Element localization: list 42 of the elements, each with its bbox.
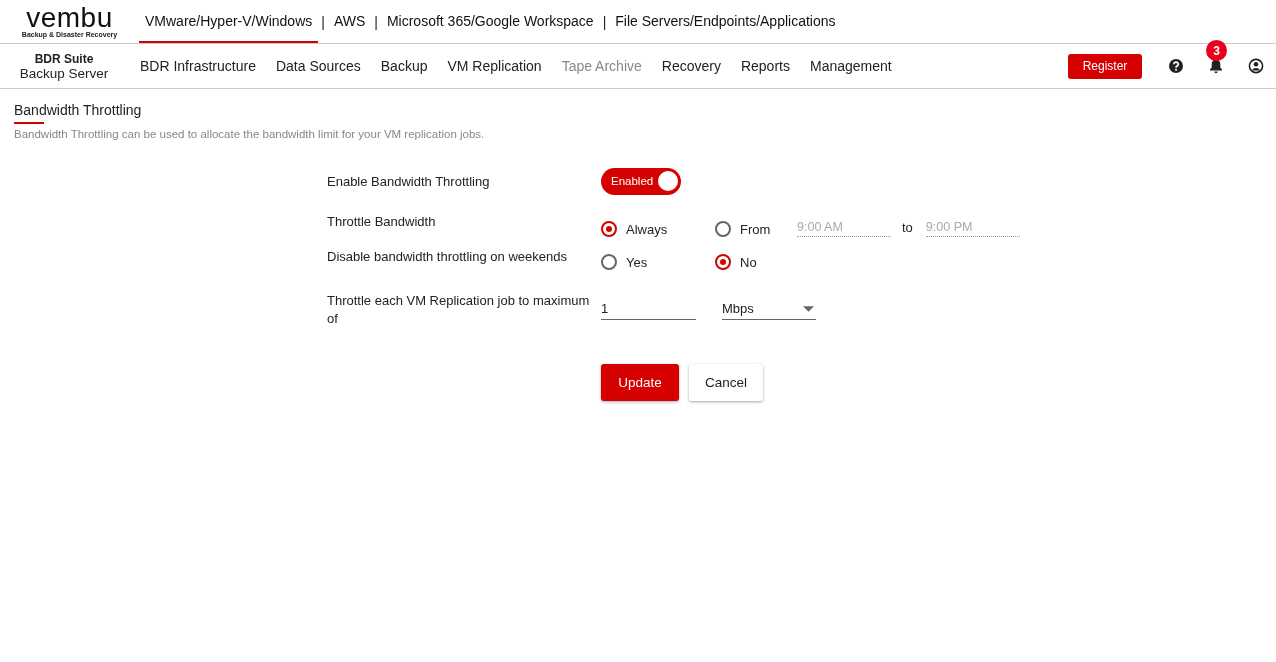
enable-toggle[interactable]: Enabled bbox=[601, 167, 681, 195]
register-button[interactable]: Register bbox=[1068, 53, 1142, 79]
nav-item[interactable]: Recovery bbox=[653, 58, 729, 74]
radio-button[interactable] bbox=[715, 221, 731, 237]
radio-option[interactable]: From bbox=[715, 221, 797, 237]
tab-separator: | bbox=[320, 12, 326, 32]
limit-input[interactable]: 1 bbox=[601, 298, 696, 320]
page-description: Bandwidth Throttling can be used to allocate the bandwidth limit for your VM replication jobs. bbox=[14, 128, 486, 140]
suite-name: BDR Suite bbox=[34, 51, 94, 66]
nav-item[interactable]: VM Replication bbox=[439, 58, 550, 74]
radio-button[interactable] bbox=[601, 221, 617, 237]
product-tab[interactable]: VMware/Hyper-V/Windows bbox=[139, 0, 319, 43]
page-title: Bandwidth Throttling bbox=[14, 102, 143, 118]
field-label: Throttle each VM Replication job to maximum of bbox=[327, 292, 591, 328]
notification-count: 3 bbox=[1206, 40, 1227, 61]
product-tab[interactable]: Microsoft 365/Google Workspace bbox=[380, 0, 600, 43]
nav-item[interactable]: Data Sources bbox=[267, 58, 369, 74]
unit-dropdown[interactable]: Mbps bbox=[722, 298, 816, 320]
radio-button[interactable] bbox=[715, 254, 731, 270]
help-icon[interactable] bbox=[1168, 58, 1184, 74]
product-tab[interactable]: File Servers/Endpoints/Applications bbox=[609, 0, 842, 43]
tab-separator: | bbox=[601, 12, 608, 32]
field-label: Disable bandwidth throttling on weekends bbox=[327, 249, 568, 266]
radio-option[interactable]: No bbox=[715, 254, 829, 270]
server-name: Backup Server bbox=[19, 65, 109, 81]
caret-icon bbox=[803, 305, 814, 312]
field-label: Throttle Bandwidth bbox=[327, 214, 437, 231]
nav-item[interactable]: BDR Infrastructure bbox=[132, 58, 264, 74]
to-label: to bbox=[902, 219, 913, 235]
product-tab[interactable]: AWS bbox=[327, 0, 372, 43]
nav-item[interactable]: Backup bbox=[372, 58, 436, 74]
nav-item[interactable]: Management bbox=[801, 58, 900, 74]
tab-separator: | bbox=[373, 12, 379, 32]
user-icon[interactable] bbox=[1248, 58, 1264, 74]
bell-icon[interactable] bbox=[1208, 58, 1224, 74]
update-button[interactable]: Update bbox=[601, 364, 679, 401]
radio-button[interactable] bbox=[601, 254, 617, 270]
radio-option[interactable]: Yes bbox=[601, 254, 715, 270]
radio-option[interactable]: Always bbox=[601, 221, 715, 237]
cancel-button[interactable]: Cancel bbox=[689, 364, 763, 401]
nav-item[interactable]: Reports bbox=[732, 58, 798, 74]
field-label: Enable Bandwidth Throttling bbox=[327, 173, 491, 189]
